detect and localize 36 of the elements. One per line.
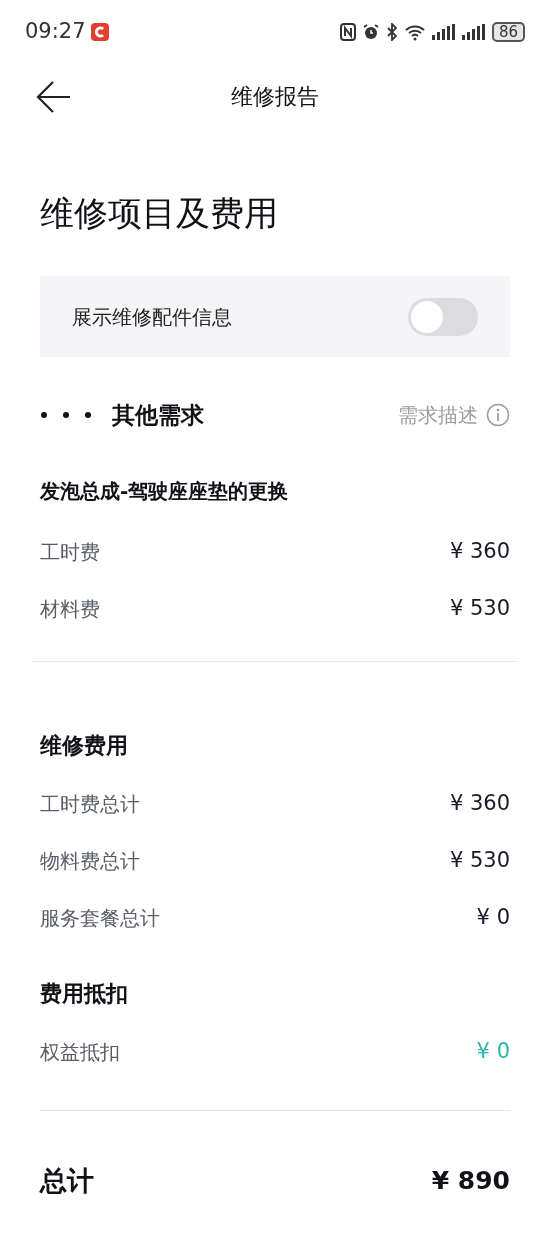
- fee-amount: ¥ 530: [449, 594, 510, 622]
- total-label: 总计: [40, 1163, 94, 1198]
- back-arrow-icon: [36, 80, 72, 114]
- header-title: 维修报告: [231, 82, 319, 111]
- fee-label: 材料费: [40, 595, 100, 623]
- app-notification-icon: [89, 22, 110, 42]
- page-title: 维修项目及费用: [40, 191, 279, 235]
- fee-amount: ¥ 360: [449, 537, 510, 565]
- total-amount: ¥ 890: [431, 1165, 510, 1198]
- signal-icon: [461, 24, 486, 40]
- fee-label: 工时费: [40, 538, 100, 566]
- signal-icon: [431, 24, 456, 40]
- toggle-label: 展示维修配件信息: [72, 303, 232, 331]
- group-title: 维修费用: [40, 731, 129, 760]
- fee-label: 工时费总计: [40, 790, 140, 818]
- fee-amount: ¥ 0: [476, 903, 510, 931]
- fee-amount: ¥ 530: [449, 846, 510, 874]
- fee-amount: ¥ 0: [476, 1037, 510, 1065]
- fee-label: 权益抵扣: [40, 1038, 120, 1066]
- group-title: 费用抵扣: [40, 979, 129, 1008]
- item-title: 发泡总成-驾驶座座垫的更换: [40, 478, 290, 505]
- bluetooth-icon: [385, 23, 398, 41]
- toggle-switch[interactable]: [408, 297, 478, 336]
- wifi-icon: [403, 23, 426, 41]
- info-icon: [486, 403, 510, 427]
- fee-label: 物料费总计: [40, 847, 140, 875]
- nfc-icon: [339, 23, 356, 41]
- status-time: 09:27: [25, 18, 86, 46]
- more-icon: [40, 411, 92, 419]
- back-button[interactable]: [36, 80, 72, 114]
- demand-description-link[interactable]: 需求描述: [398, 400, 510, 430]
- section-title: 其他需求: [112, 400, 204, 430]
- alarm-icon: [361, 23, 380, 41]
- battery-indicator: 86: [491, 22, 525, 42]
- fee-amount: ¥ 360: [449, 789, 510, 817]
- fee-label: 服务套餐总计: [40, 904, 160, 932]
